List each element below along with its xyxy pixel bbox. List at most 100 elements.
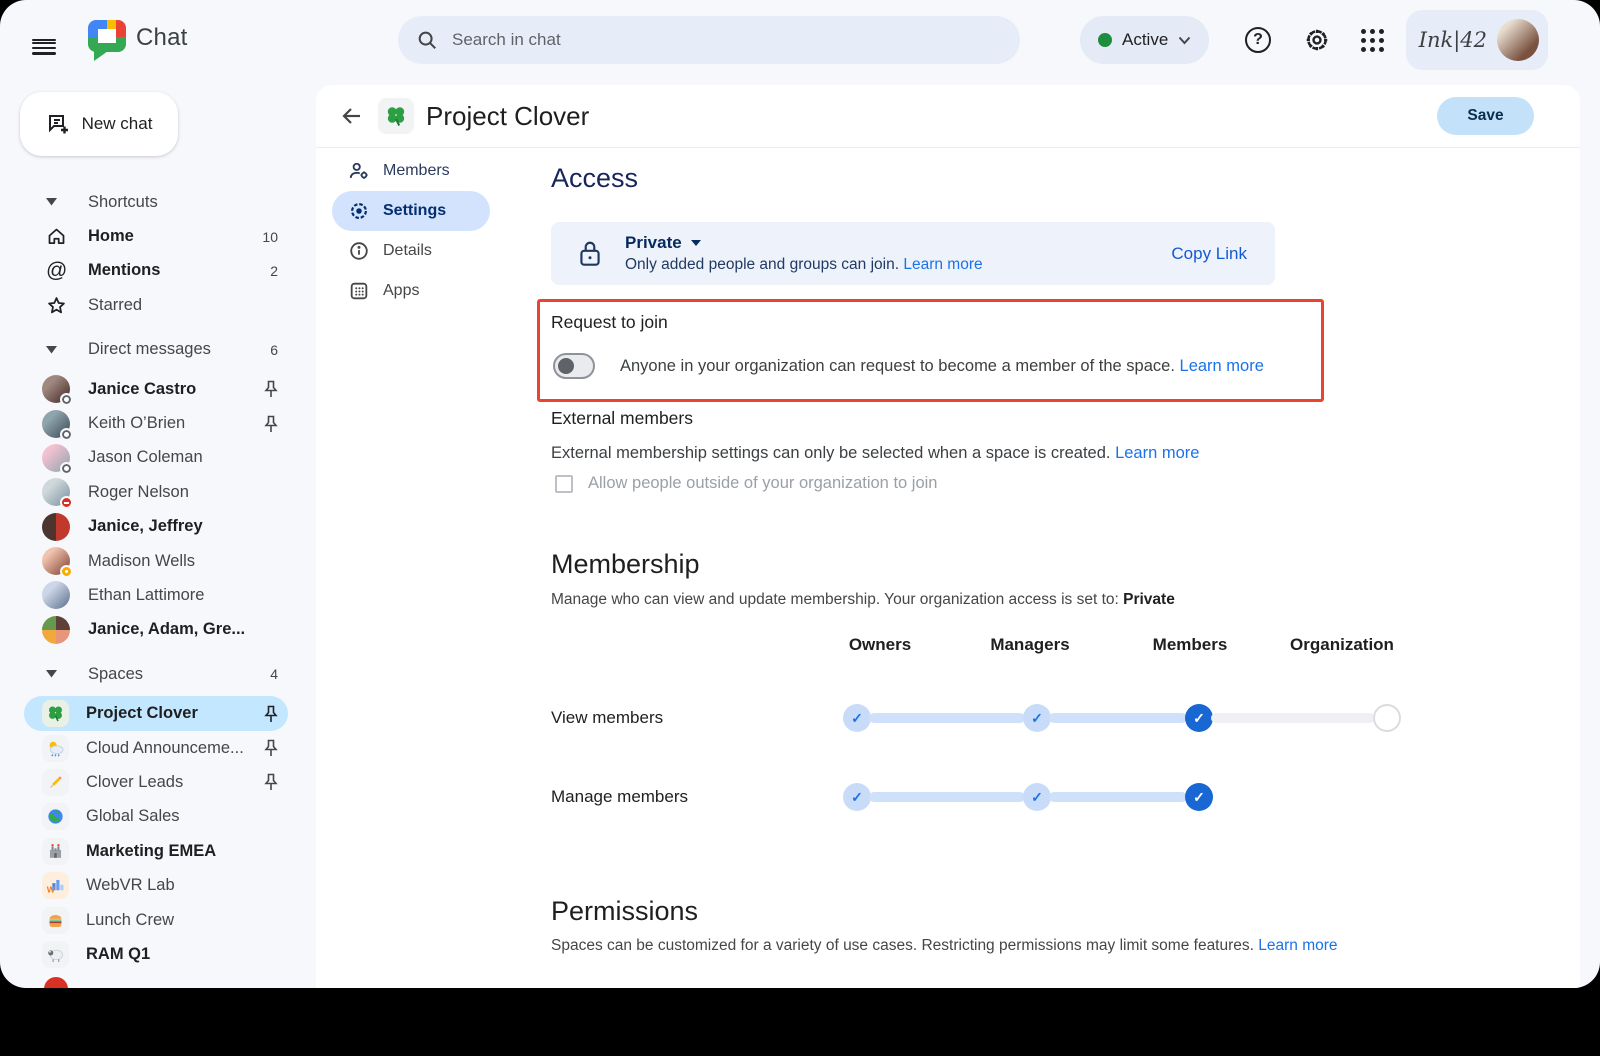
main-menu-button[interactable] (20, 16, 68, 64)
manage-members-icon (348, 160, 370, 182)
bar-chart-icon: W (42, 872, 69, 899)
permission-stop-selected[interactable]: ✓ (1185, 783, 1213, 811)
dm-item-janice-castro[interactable]: Janice Castro (0, 372, 316, 406)
permissions-heading: Permissions (551, 896, 698, 927)
settings-button[interactable] (1293, 16, 1341, 64)
pin-icon (264, 415, 278, 433)
new-chat-button[interactable]: New chat (20, 92, 178, 156)
space-item-webvr-lab[interactable]: W WebVR Lab (0, 868, 316, 902)
request-to-join-toggle[interactable] (553, 353, 595, 379)
space-item-clover-leads[interactable]: Clover Leads (0, 765, 316, 799)
dm-item-janice-adam-greg[interactable]: Janice, Adam, Gre... (0, 613, 316, 647)
space-item-marketing-emea[interactable]: Marketing EMEA (0, 834, 316, 868)
cloud-sun-icon (42, 735, 69, 762)
sidebar-item-starred[interactable]: Starred (0, 288, 316, 322)
info-icon (348, 240, 370, 262)
avatar-group (42, 513, 70, 541)
status-offline-badge (60, 462, 73, 475)
access-level-dropdown[interactable]: Private (625, 233, 983, 253)
user-avatar[interactable] (1497, 19, 1539, 61)
chevron-down-icon (46, 346, 88, 354)
permission-stop-check[interactable]: ✓ (1023, 704, 1051, 732)
spaces-section-header[interactable]: Spaces 4 (0, 657, 316, 691)
request-to-join-description: Anyone in your organization can request … (620, 357, 1264, 376)
avatar (42, 581, 70, 609)
tab-apps[interactable]: Apps (332, 271, 490, 311)
apps-icon (348, 280, 370, 302)
space-item-ram-q1[interactable]: RAM Q1 (0, 937, 316, 971)
space-item-cloud-announcements[interactable]: Cloud Announceme... (0, 731, 316, 765)
dropdown-caret-icon (691, 240, 701, 246)
help-button[interactable]: ? (1234, 16, 1282, 64)
dm-item-madison-wells[interactable]: Madison Wells (0, 544, 316, 578)
permission-stop-check[interactable]: ✓ (843, 783, 871, 811)
google-apps-button[interactable] (1348, 16, 1396, 64)
sidebar-item-home[interactable]: Home 10 (0, 219, 316, 253)
view-members-slider: ✓ ✓ ✓ (843, 704, 1403, 732)
pin-icon (264, 773, 278, 791)
status-away-badge (60, 565, 73, 578)
unread-count: 2 (270, 263, 278, 279)
shortcuts-section-header[interactable]: Shortcuts (0, 185, 316, 219)
back-button[interactable] (334, 98, 370, 134)
unread-count: 10 (262, 229, 278, 245)
learn-more-link[interactable]: Learn more (1180, 357, 1264, 375)
permission-stop-check[interactable]: ✓ (1023, 783, 1051, 811)
search-input[interactable] (452, 30, 972, 50)
chevron-down-icon (1178, 36, 1191, 45)
status-selector[interactable]: Active (1080, 16, 1209, 64)
permission-stop-check[interactable]: ✓ (843, 704, 871, 732)
pin-icon (264, 705, 278, 723)
google-chat-window: Chat Active ? (0, 0, 1600, 988)
header-divider (316, 147, 1580, 148)
avatar (42, 410, 70, 438)
external-members-description: External membership settings can only be… (551, 444, 1199, 463)
page-title: Project Clover (426, 101, 589, 132)
home-icon (46, 226, 88, 247)
dm-item-roger-nelson[interactable]: Roger Nelson (0, 475, 316, 509)
app-title: Chat (136, 24, 188, 52)
space-item-project-clover[interactable]: Project Clover (24, 696, 288, 730)
space-item-partial[interactable] (0, 972, 316, 988)
column-header-members: Members (1153, 635, 1228, 655)
space-item-lunch-crew[interactable]: Lunch Crew (0, 903, 316, 937)
learn-more-link[interactable]: Learn more (1115, 444, 1199, 462)
status-offline-badge (60, 428, 73, 441)
active-status-dot (1098, 33, 1112, 47)
allow-outside-checkbox[interactable] (555, 475, 573, 493)
permission-stop-empty[interactable] (1373, 704, 1401, 732)
column-header-organization: Organization (1290, 635, 1394, 655)
learn-more-link[interactable]: Learn more (903, 256, 982, 273)
account-pill[interactable]: Ink|42 (1406, 10, 1548, 70)
tab-details[interactable]: Details (332, 231, 490, 271)
unread-count: 4 (270, 666, 278, 682)
column-header-owners: Owners (849, 635, 911, 655)
red-space-icon (42, 975, 69, 988)
direct-messages-section-header[interactable]: Direct messages 6 (0, 333, 316, 367)
at-icon: @ (46, 259, 88, 283)
toggle-knob (558, 358, 574, 374)
dm-item-janice-jeffrey[interactable]: Janice, Jeffrey (0, 510, 316, 544)
permission-stop-selected[interactable]: ✓ (1185, 704, 1213, 732)
save-button[interactable]: Save (1437, 97, 1534, 135)
learn-more-link[interactable]: Learn more (1258, 937, 1337, 954)
allow-outside-label: Allow people outside of your organizatio… (588, 474, 937, 493)
tab-settings[interactable]: Settings (332, 191, 490, 231)
space-item-global-sales[interactable]: Global Sales (0, 800, 316, 834)
unread-count: 6 (270, 342, 278, 358)
dm-item-ethan-lattimore[interactable]: Ethan Lattimore (0, 578, 316, 612)
settings-nav: Members Settings Details Apps (332, 151, 490, 311)
space-settings-panel: Project Clover Save Members Settings (316, 85, 1580, 988)
dm-item-keith-obrien[interactable]: Keith O’Brien (0, 406, 316, 440)
sidebar-item-mentions[interactable]: @ Mentions 2 (0, 254, 316, 288)
copy-link-button[interactable]: Copy Link (1171, 244, 1247, 264)
sidebar: New chat Shortcuts Home 10 @ Mentions 2 … (0, 80, 316, 988)
status-dnd-badge (60, 496, 73, 509)
tab-members[interactable]: Members (332, 151, 490, 191)
search-bar[interactable] (398, 16, 1020, 64)
access-level-description: Only added people and groups can join. L… (625, 256, 983, 274)
top-bar: Chat Active ? (0, 0, 1600, 80)
svg-text:W: W (47, 885, 56, 895)
back-arrow-icon (340, 104, 364, 128)
dm-item-jason-coleman[interactable]: Jason Coleman (0, 441, 316, 475)
